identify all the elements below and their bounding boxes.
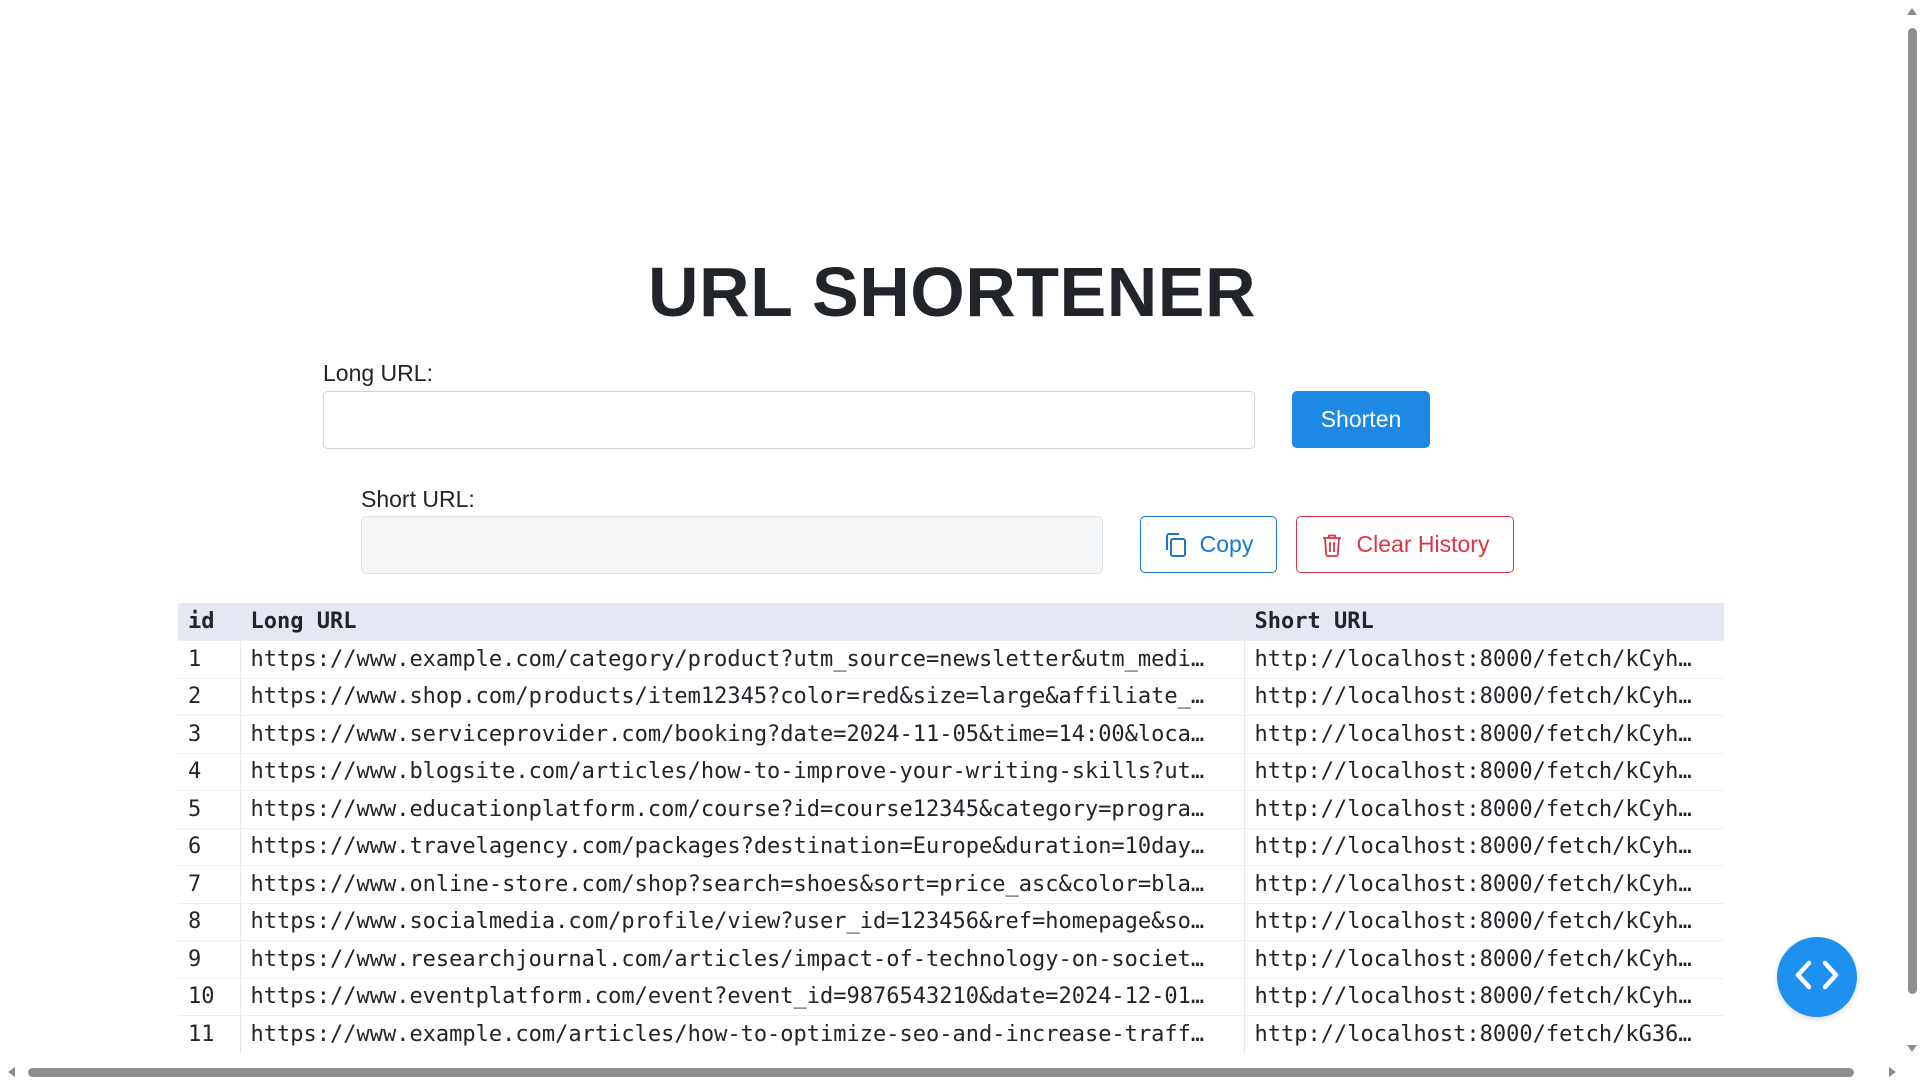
scroll-down-arrow-icon[interactable] bbox=[1907, 1045, 1917, 1052]
cell-long-url: https://www.researchjournal.com/articles… bbox=[240, 940, 1245, 979]
code-fab-button[interactable] bbox=[1777, 937, 1857, 1017]
table-row: 3 https://www.serviceprovider.com/booking… bbox=[178, 715, 1724, 754]
cell-id: 1 bbox=[178, 640, 241, 679]
cell-long-url: https://www.serviceprovider.com/booking?… bbox=[240, 715, 1245, 754]
page: URL SHORTENER Long URL: Shorten Short UR… bbox=[0, 0, 1920, 1080]
clear-history-button-label: Clear History bbox=[1356, 531, 1490, 557]
table-body: 1 https://www.example.com/category/produc… bbox=[178, 640, 1724, 1053]
cell-id: 5 bbox=[178, 790, 241, 829]
cell-long-url: https://www.travelagency.com/packages?de… bbox=[240, 828, 1245, 866]
table-header-row: id Long URL Short URL bbox=[178, 603, 1724, 641]
column-header-long-url: Long URL bbox=[240, 603, 1245, 641]
horizontal-scrollbar-thumb[interactable] bbox=[28, 1068, 1854, 1077]
copy-button[interactable]: Copy bbox=[1140, 516, 1277, 573]
cell-long-url: https://www.example.com/category/product… bbox=[240, 640, 1245, 679]
cell-long-url: https://www.eventplatform.com/event?even… bbox=[240, 978, 1245, 1016]
horizontal-scrollbar[interactable] bbox=[0, 1064, 1904, 1080]
table-row: 11 https://www.example.com/articles/how-t… bbox=[178, 1015, 1724, 1053]
scroll-right-arrow-icon[interactable] bbox=[1889, 1067, 1896, 1077]
cell-short-url[interactable]: http://localhost:8000/fetch/kCyh… bbox=[1244, 640, 1724, 679]
history-table: id Long URL Short URL 1 https://www.examp… bbox=[178, 603, 1724, 1053]
vertical-scrollbar-thumb[interactable] bbox=[1908, 28, 1917, 994]
long-url-input[interactable] bbox=[323, 391, 1255, 449]
copy-button-label: Copy bbox=[1199, 531, 1254, 557]
history-table-container: id Long URL Short URL 1 https://www.examp… bbox=[178, 603, 1724, 1053]
cell-id: 4 bbox=[178, 753, 241, 791]
cell-short-url[interactable]: http://localhost:8000/fetch/kCyh… bbox=[1244, 978, 1724, 1016]
copy-icon bbox=[1164, 532, 1188, 558]
cell-long-url: https://www.shop.com/products/item12345?… bbox=[240, 678, 1245, 716]
vertical-scrollbar[interactable] bbox=[1904, 0, 1920, 1080]
cell-long-url: https://www.blogsite.com/articles/how-to… bbox=[240, 753, 1245, 791]
code-icon bbox=[1791, 958, 1843, 997]
table-row: 2 https://www.shop.com/products/item12345… bbox=[178, 678, 1724, 716]
cell-id: 8 bbox=[178, 903, 241, 941]
table-row: 8 https://www.socialmedia.com/profile/vie… bbox=[178, 903, 1724, 941]
cell-short-url[interactable]: http://localhost:8000/fetch/kCyh… bbox=[1244, 940, 1724, 979]
cell-short-url[interactable]: http://localhost:8000/fetch/kCyh… bbox=[1244, 678, 1724, 716]
cell-long-url: https://www.educationplatform.com/course… bbox=[240, 790, 1245, 829]
long-url-label: Long URL: bbox=[323, 360, 433, 386]
cell-long-url: https://www.online-store.com/shop?search… bbox=[240, 865, 1245, 904]
cell-short-url[interactable]: http://localhost:8000/fetch/kCyh… bbox=[1244, 828, 1724, 866]
trash-icon bbox=[1321, 533, 1343, 557]
cell-id: 7 bbox=[178, 865, 241, 904]
table-row: 6 https://www.travelagency.com/packages?d… bbox=[178, 828, 1724, 866]
clear-history-button[interactable]: Clear History bbox=[1296, 516, 1514, 573]
table-row: 4 https://www.blogsite.com/articles/how-t… bbox=[178, 753, 1724, 791]
cell-short-url[interactable]: http://localhost:8000/fetch/kCyh… bbox=[1244, 903, 1724, 941]
cell-short-url[interactable]: http://localhost:8000/fetch/kCyh… bbox=[1244, 790, 1724, 829]
short-url-label: Short URL: bbox=[361, 486, 475, 512]
cell-short-url[interactable]: http://localhost:8000/fetch/kCyh… bbox=[1244, 865, 1724, 904]
scroll-up-arrow-icon[interactable] bbox=[1907, 8, 1917, 15]
cell-short-url[interactable]: http://localhost:8000/fetch/kCyh… bbox=[1244, 753, 1724, 791]
cell-id: 9 bbox=[178, 940, 241, 979]
scroll-left-arrow-icon[interactable] bbox=[8, 1067, 15, 1077]
table-row: 1 https://www.example.com/category/produc… bbox=[178, 640, 1724, 679]
cell-long-url: https://www.socialmedia.com/profile/view… bbox=[240, 903, 1245, 941]
short-url-output[interactable] bbox=[361, 516, 1103, 574]
shorten-button[interactable]: Shorten bbox=[1292, 391, 1430, 448]
table-row: 10 https://www.eventplatform.com/event?ev… bbox=[178, 978, 1724, 1016]
cell-short-url[interactable]: http://localhost:8000/fetch/kCyh… bbox=[1244, 715, 1724, 754]
cell-short-url[interactable]: http://localhost:8000/fetch/kG36… bbox=[1244, 1015, 1724, 1053]
column-header-short-url: Short URL bbox=[1244, 603, 1724, 641]
table-row: 5 https://www.educationplatform.com/cours… bbox=[178, 790, 1724, 829]
cell-long-url: https://www.example.com/articles/how-to-… bbox=[240, 1015, 1245, 1053]
cell-id: 2 bbox=[178, 678, 241, 716]
page-title: URL SHORTENER bbox=[647, 253, 1257, 331]
cell-id: 6 bbox=[178, 828, 241, 866]
column-header-id: id bbox=[178, 603, 241, 641]
table-row: 7 https://www.online-store.com/shop?searc… bbox=[178, 865, 1724, 904]
shorten-button-label: Shorten bbox=[1320, 406, 1402, 432]
cell-id: 11 bbox=[178, 1015, 241, 1053]
cell-id: 3 bbox=[178, 715, 241, 754]
cell-id: 10 bbox=[178, 978, 241, 1016]
table-row: 9 https://www.researchjournal.com/article… bbox=[178, 940, 1724, 979]
